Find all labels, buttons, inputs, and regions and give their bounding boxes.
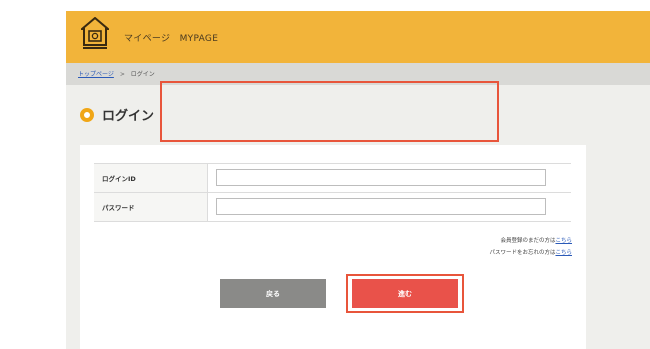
login-id-row: ログインID (94, 163, 571, 192)
site-title: マイページ MYPAGE (124, 34, 219, 44)
next-button[interactable]: 進む (352, 279, 458, 308)
house-camera-logo-icon[interactable] (81, 17, 109, 51)
register-link[interactable]: こちら (555, 238, 572, 244)
forgot-password-help: パスワードをお忘れの方はこちら (489, 248, 572, 256)
breadcrumb: トップページ > ログイン (78, 69, 155, 78)
register-help-text: 会員登録のまだの方は (500, 238, 556, 244)
login-id-input[interactable] (216, 169, 546, 186)
breadcrumb-home-link[interactable]: トップページ (78, 71, 114, 78)
login-id-label: ログインID (102, 175, 136, 183)
main-content: ログイン ログインID パスワード 会員登録のまだの方はこちら パスワードをお忘… (66, 85, 650, 349)
forgot-password-text: パスワードをお忘れの方は (489, 250, 556, 256)
breadcrumb-separator: > (119, 71, 125, 78)
page-title: ログイン (102, 109, 155, 124)
breadcrumb-bar: トップページ > ログイン (66, 63, 650, 85)
back-button[interactable]: 戻る (220, 279, 326, 308)
password-row: パスワード (94, 192, 571, 222)
page-heading: ログイン (80, 105, 154, 124)
login-id-label-cell: ログインID (94, 164, 208, 192)
breadcrumb-current: ログイン (130, 71, 155, 78)
site-header: マイページ MYPAGE (66, 11, 650, 63)
password-label: パスワード (102, 204, 135, 212)
register-help: 会員登録のまだの方はこちら (500, 236, 572, 244)
login-card: ログインID パスワード 会員登録のまだの方はこちら パスワードをお忘れの方はこ… (80, 145, 586, 349)
forgot-password-link[interactable]: こちら (555, 250, 572, 256)
password-label-cell: パスワード (94, 193, 208, 221)
ring-bullet-icon (80, 107, 94, 122)
password-input[interactable] (216, 198, 546, 215)
page: マイページ MYPAGE トップページ > ログイン ログイン ログインID パ… (0, 0, 650, 349)
